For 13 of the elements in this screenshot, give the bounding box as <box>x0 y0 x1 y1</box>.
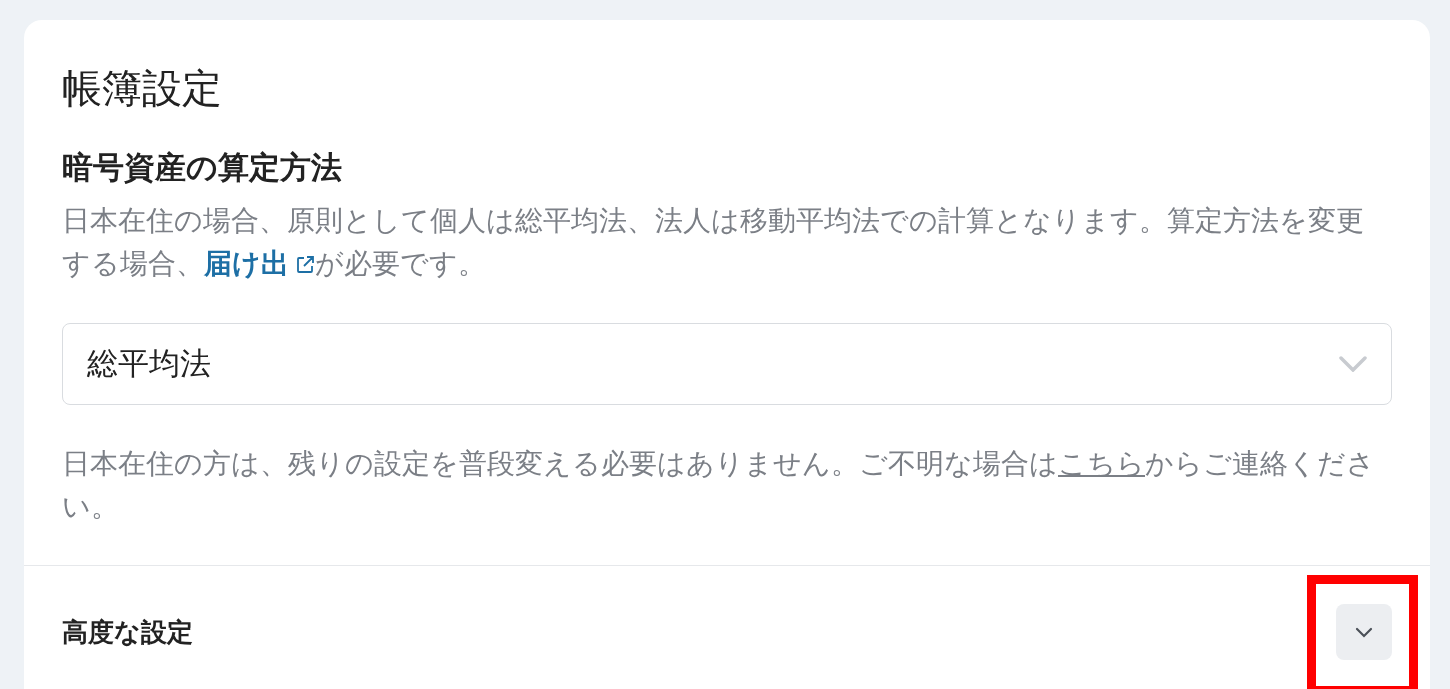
description-text: 日本在住の場合、原則として個人は総平均法、法人は移動平均法での計算となります。算定方法を変更する場合、届け出 が必要です。 <box>62 203 1365 281</box>
expand-button[interactable] <box>1336 604 1392 660</box>
chevron-down-icon <box>1355 626 1373 638</box>
select-value: 総平均法 <box>87 344 211 383</box>
chevron-down-icon <box>1339 356 1367 372</box>
external-link-icon <box>295 255 315 275</box>
page-title: 帳簿設定 <box>62 64 223 113</box>
section-heading: 暗号資産の算定方法 <box>62 148 343 187</box>
section-label: 高度な設定 <box>62 615 193 649</box>
external-link[interactable]: 届け出 <box>204 247 315 279</box>
method-select[interactable]: 総平均法 <box>62 323 1392 405</box>
note-text: 日本在住の方は、残りの設定を普段変える必要はありません。ご不明な場合は こちら からご連絡ください。 <box>62 446 1376 524</box>
contact-link[interactable]: こちら <box>1058 447 1145 479</box>
